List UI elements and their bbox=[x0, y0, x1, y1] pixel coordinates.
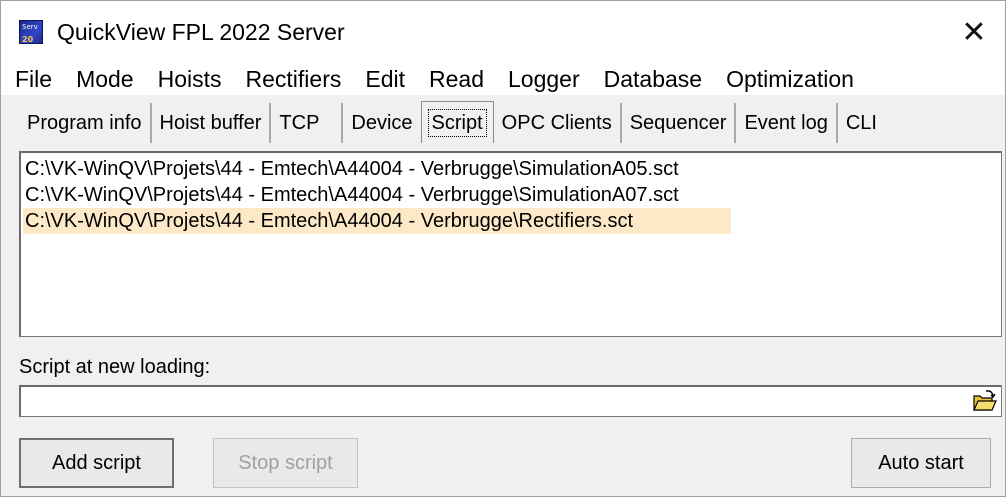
tab-label: Hoist buffer bbox=[159, 112, 262, 134]
menu-hoists[interactable]: Hoists bbox=[146, 65, 234, 93]
menu-logger[interactable]: Logger bbox=[496, 65, 592, 93]
open-folder-icon[interactable] bbox=[973, 390, 997, 412]
app-icon: Serv 20 bbox=[19, 20, 43, 44]
menu-database[interactable]: Database bbox=[592, 65, 714, 93]
tab-tcp[interactable]: TCP bbox=[271, 103, 344, 143]
tab-cli[interactable]: CLI bbox=[838, 103, 885, 143]
menu-edit[interactable]: Edit bbox=[353, 65, 417, 93]
tab-label: Event log bbox=[744, 112, 828, 134]
tab-program-info[interactable]: Program info bbox=[19, 103, 152, 143]
tab-opc-clients[interactable]: OPC Clients bbox=[494, 103, 622, 143]
title-bar[interactable]: Serv 20 QuickView FPL 2022 Server ✕ bbox=[1, 1, 1005, 63]
tab-label: OPC Clients bbox=[501, 112, 612, 134]
app-icon-bottom-text: 20 bbox=[22, 35, 34, 44]
menu-file[interactable]: File bbox=[1, 65, 64, 93]
script-new-loading-input[interactable] bbox=[19, 385, 1002, 417]
tab-event-log[interactable]: Event log bbox=[736, 103, 838, 143]
script-list[interactable]: C:\VK-WinQV\Projets\44 - Emtech\A44004 -… bbox=[19, 151, 1002, 337]
app-icon-top-text: Serv bbox=[22, 23, 38, 31]
menu-optimization[interactable]: Optimization bbox=[714, 65, 866, 93]
tab-script[interactable]: Script bbox=[420, 101, 494, 143]
close-icon[interactable]: ✕ bbox=[943, 1, 1005, 63]
tab-hoist-buffer[interactable]: Hoist buffer bbox=[152, 103, 272, 143]
menu-bar: File Mode Hoists Rectifiers Edit Read Lo… bbox=[1, 63, 1005, 95]
app-window: Serv 20 QuickView FPL 2022 Server ✕ File… bbox=[0, 0, 1006, 497]
tab-label: Device bbox=[351, 112, 413, 134]
tab-sequencer[interactable]: Sequencer bbox=[622, 103, 737, 143]
menu-rectifiers[interactable]: Rectifiers bbox=[234, 65, 354, 93]
list-item[interactable]: C:\VK-WinQV\Projets\44 - Emtech\A44004 -… bbox=[23, 182, 731, 208]
auto-start-button[interactable]: Auto start bbox=[851, 438, 991, 488]
tab-label: Script bbox=[427, 108, 487, 137]
add-script-button[interactable]: Add script bbox=[19, 438, 174, 488]
script-new-loading-label: Script at new loading: bbox=[19, 356, 211, 378]
tab-label: CLI bbox=[845, 112, 877, 134]
tab-label: TCP bbox=[279, 112, 320, 134]
list-item[interactable]: C:\VK-WinQV\Projets\44 - Emtech\A44004 -… bbox=[23, 156, 731, 182]
stop-script-button[interactable]: Stop script bbox=[213, 438, 358, 488]
tab-strip: Program info Hoist buffer TCP Device Scr… bbox=[19, 101, 885, 143]
tab-label: Program info bbox=[27, 112, 142, 134]
tab-device[interactable]: Device bbox=[343, 103, 420, 143]
list-item-selected[interactable]: C:\VK-WinQV\Projets\44 - Emtech\A44004 -… bbox=[23, 208, 731, 234]
menu-mode[interactable]: Mode bbox=[64, 65, 146, 93]
tab-label: Sequencer bbox=[629, 112, 727, 134]
window-title: QuickView FPL 2022 Server bbox=[57, 19, 345, 45]
menu-read[interactable]: Read bbox=[417, 65, 496, 93]
